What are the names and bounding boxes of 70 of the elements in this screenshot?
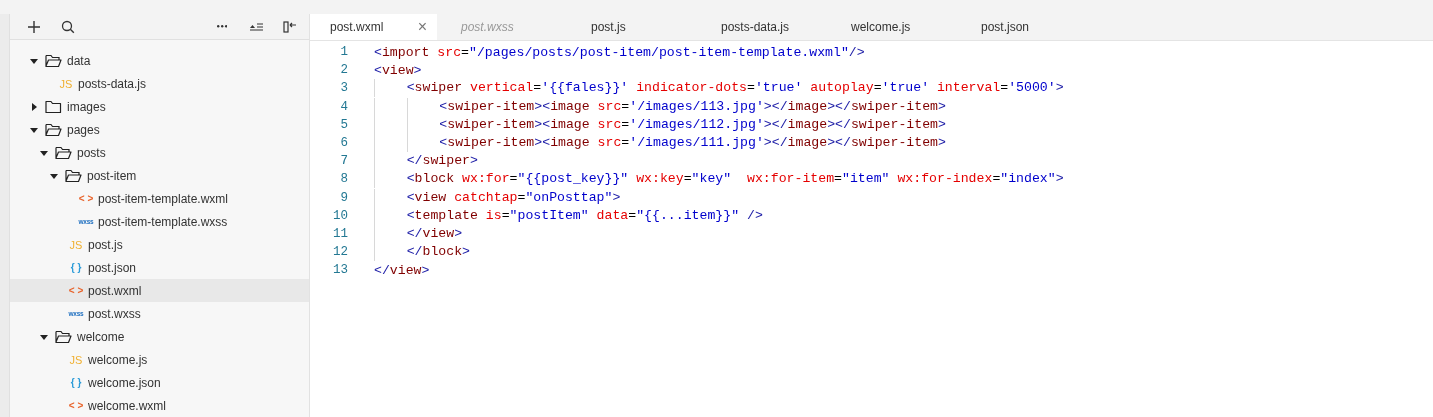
line-number: 5 — [339, 117, 348, 132]
code-line: <swiper vertical='{{fales}}' indicator-dots='true' autoplay='true' interval='5000'> — [374, 79, 1064, 98]
caret-down-icon — [40, 148, 48, 157]
code-line: <template is="postItem" data="{{...item}}" /> — [374, 206, 763, 225]
line-number: 6 — [339, 136, 348, 151]
editor-tab[interactable]: post.json — [957, 14, 1087, 40]
line-number: 9 — [339, 190, 348, 205]
folder-icon — [55, 329, 72, 344]
tree-item[interactable]: JS welcome.js — [10, 348, 309, 371]
code-line: <swiper-item><image src='/images/112.jpg'></image></swiper-item> — [374, 115, 946, 134]
tree-item[interactable]: JS posts-data.js — [10, 72, 309, 95]
line-number: 11 — [332, 226, 348, 241]
caret-down-icon — [50, 171, 58, 180]
file-type-icon: { } — [67, 377, 85, 388]
folder-icon — [45, 122, 62, 137]
plus-icon — [26, 18, 42, 35]
line-number: 13 — [332, 263, 348, 278]
close-button[interactable]: × — [417, 19, 427, 35]
line-number: 7 — [339, 154, 348, 169]
file-type-icon: JS — [67, 238, 85, 251]
line-number: 4 — [339, 99, 348, 114]
file-type-icon: < > — [67, 400, 85, 411]
caret-down-icon — [30, 56, 38, 65]
tree-item[interactable]: { } post.json — [10, 256, 309, 279]
code-line: </swiper> — [374, 152, 478, 171]
editor-tab[interactable]: posts-data.js — [697, 14, 827, 40]
line-number: 10 — [332, 208, 348, 223]
search-icon — [60, 18, 76, 35]
code-line: <swiper-item><image src='/images/111.jpg'></image></swiper-item> — [374, 134, 946, 153]
folder-icon — [45, 99, 62, 114]
code-line: </block> — [374, 243, 470, 262]
line-number: 8 — [339, 172, 348, 187]
more-icon — [216, 25, 228, 28]
line-number: 1 — [339, 45, 348, 60]
caret-down-icon — [40, 332, 48, 341]
line-number: 2 — [339, 63, 348, 78]
file-type-icon: < > — [77, 193, 95, 204]
file-type-icon: JS — [57, 77, 75, 90]
caret-down-icon — [30, 125, 38, 134]
caret-right-icon — [30, 102, 38, 111]
code-line: </view> — [374, 224, 463, 243]
tree-item[interactable]: < > post.wxml — [10, 279, 309, 302]
file-type-icon: { } — [67, 262, 85, 273]
folder-icon — [55, 145, 72, 160]
tree-item[interactable]: < > post-item-template.wxml — [10, 187, 309, 210]
line-number: 12 — [332, 245, 348, 260]
editor-tab[interactable]: welcome.js — [827, 14, 957, 40]
tree-item[interactable]: JS post.js — [10, 233, 309, 256]
tree-item[interactable]: welcome — [10, 325, 309, 348]
tree-item[interactable]: images — [10, 95, 309, 118]
tree-item[interactable]: < > welcome.wxml — [10, 394, 309, 417]
tree-item[interactable]: pages — [10, 118, 309, 141]
editor-tab[interactable]: post.wxml × — [310, 14, 437, 40]
code-line: <view> — [374, 62, 422, 78]
tree-item[interactable]: posts — [10, 141, 309, 164]
tree-item[interactable]: data — [10, 49, 309, 72]
file-type-icon: < > — [67, 285, 85, 296]
panel-arrow-icon — [282, 18, 298, 35]
code-line: <swiper-item><image src='/images/113.jpg'></image></swiper-item> — [374, 97, 946, 116]
code-line: <import src="/pages/posts/post-item/post-item-template.wxml"/> — [374, 44, 865, 60]
folder-icon — [65, 168, 82, 183]
file-type-icon: JS — [67, 353, 85, 366]
code-line: <block wx:for="{{post_key}}" wx:key="key" wx:for-item="item" wx:for-index="index"> — [374, 170, 1064, 189]
tree-item[interactable]: post-item — [10, 164, 309, 187]
tree-item[interactable]: { } welcome.json — [10, 371, 309, 394]
code-line: </view> — [374, 262, 430, 278]
editor-tab[interactable]: post.js — [567, 14, 697, 40]
folder-icon — [45, 53, 62, 68]
code-line: <view catchtap="onPosttap"> — [374, 188, 621, 207]
line-number: 3 — [339, 81, 348, 96]
